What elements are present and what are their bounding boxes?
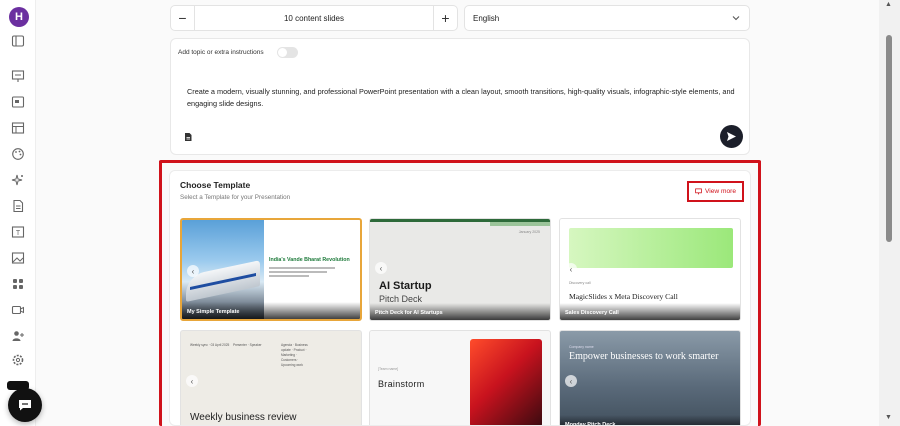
topic-toggle[interactable]	[277, 47, 298, 58]
scrollbar[interactable]: ▲ ▼	[879, 0, 900, 426]
presentation-icon[interactable]	[11, 69, 25, 83]
send-icon	[727, 132, 736, 141]
sparkle-icon[interactable]	[11, 173, 25, 187]
sidebar-toggle-icon[interactable]	[11, 34, 25, 48]
scroll-up-icon[interactable]: ▲	[885, 1, 892, 8]
settings-icon[interactable]	[11, 353, 25, 367]
document-icon[interactable]	[11, 199, 25, 213]
image-icon[interactable]	[11, 251, 25, 265]
prompt-card: Add topic or extra instructions Create a…	[170, 38, 750, 155]
left-sidebar: H T	[0, 0, 36, 426]
chat-icon	[19, 400, 31, 411]
chat-button[interactable]	[8, 388, 42, 422]
layout-icon[interactable]	[11, 121, 25, 135]
palette-icon[interactable]	[11, 147, 25, 161]
text-icon[interactable]: T	[11, 225, 25, 239]
increase-slides-button[interactable]: +	[433, 6, 457, 30]
apps-icon[interactable]	[11, 277, 25, 291]
send-button[interactable]	[720, 125, 743, 148]
decrease-slides-button[interactable]: −	[171, 6, 195, 30]
scrollbar-thumb[interactable]	[886, 35, 892, 242]
template-section-highlight	[159, 160, 761, 426]
chevron-down-icon	[732, 16, 740, 21]
video-icon[interactable]	[11, 303, 25, 317]
slides-icon[interactable]	[11, 95, 25, 109]
language-value: English	[473, 13, 500, 23]
slide-count-value: 10 content slides	[283, 13, 345, 23]
svg-text:T: T	[16, 230, 21, 237]
topic-label: Add topic or extra instructions	[178, 49, 264, 56]
app-window: H T − 10 content slides + English Add to…	[0, 0, 900, 426]
attach-document-icon[interactable]	[183, 132, 193, 142]
slide-count-stepper: − 10 content slides +	[170, 5, 458, 31]
scroll-down-icon[interactable]: ▼	[885, 414, 892, 421]
language-select[interactable]: English	[464, 5, 750, 31]
prompt-textarea[interactable]: Create a modern, visually stunning, and …	[187, 86, 737, 109]
add-user-icon[interactable]	[11, 329, 25, 343]
avatar[interactable]: H	[9, 7, 29, 27]
